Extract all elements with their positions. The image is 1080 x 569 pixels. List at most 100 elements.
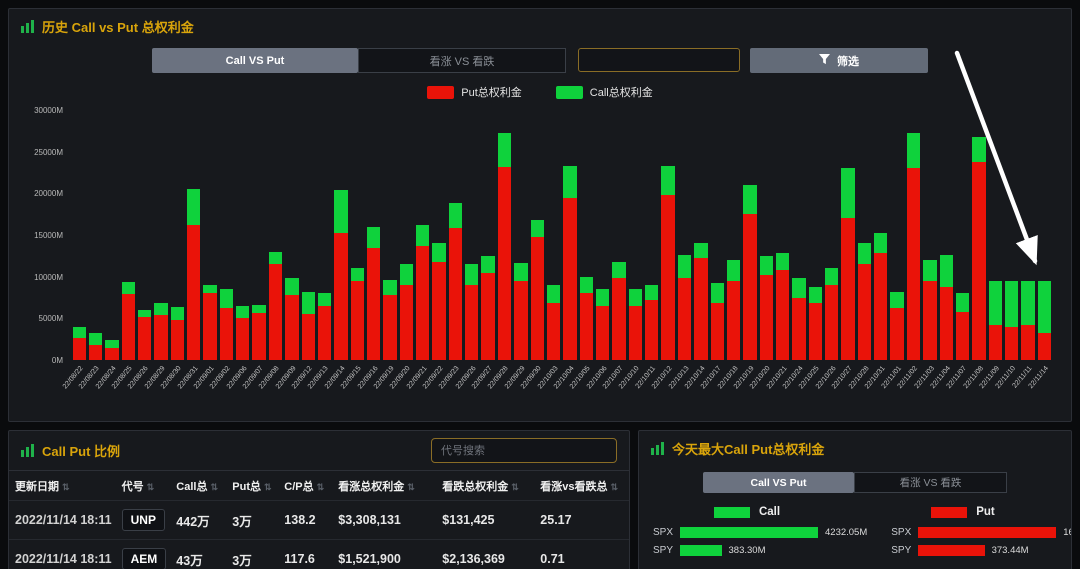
stacked-bar-22/08/31[interactable]	[186, 110, 202, 360]
call-segment	[317, 293, 332, 306]
col-call-vs-put[interactable]: 看涨vs看跌总 ⇅	[534, 471, 629, 501]
stacked-bar-22/10/27[interactable]	[840, 110, 856, 360]
stacked-bar-22/09/09[interactable]	[284, 110, 300, 360]
call-bar-row[interactable]: SPX 4232.05M	[647, 527, 867, 538]
today-panel-header: 今天最大Call Put总权利金	[639, 431, 1071, 464]
put-bar-row[interactable]: SPY 373.44M	[885, 545, 1071, 556]
table-row[interactable]: 2022/11/14 18:11 AEM 43万 3万 117.6 $1,521…	[9, 539, 629, 569]
stacked-bar-22/09/12[interactable]	[300, 110, 316, 360]
col-put-premium[interactable]: 看跌总权利金 ⇅	[436, 471, 534, 501]
stacked-bar-22/08/25[interactable]	[120, 110, 136, 360]
stacked-bar-22/09/14[interactable]	[333, 110, 349, 360]
col-call-total[interactable]: Call总 ⇅	[170, 471, 226, 501]
stacked-bar-22/09/30[interactable]	[529, 110, 545, 360]
stacked-bar-22/09/15[interactable]	[349, 110, 365, 360]
col-update-date[interactable]: 更新日期 ⇅	[9, 471, 116, 501]
stacked-bar-22/10/10[interactable]	[627, 110, 643, 360]
stacked-bar-22/09/13[interactable]	[316, 110, 332, 360]
stacked-bar-22/09/22[interactable]	[431, 110, 447, 360]
stacked-bar-22/10/04[interactable]	[562, 110, 578, 360]
put-segment	[596, 305, 610, 360]
legend-put[interactable]: Put总权利金	[427, 84, 522, 100]
stacked-bar-22/09/27[interactable]	[480, 110, 496, 360]
filter-button[interactable]: 筛选	[750, 48, 928, 73]
stacked-bar-22/08/30[interactable]	[169, 110, 185, 360]
stacked-bar-22/09/16[interactable]	[365, 110, 381, 360]
stacked-bar-22/09/07[interactable]	[251, 110, 267, 360]
today-toggle-call-vs-put[interactable]: Call VS Put	[703, 472, 854, 493]
stacked-bar-22/09/08[interactable]	[267, 110, 283, 360]
stacked-bar-22/10/24[interactable]	[791, 110, 807, 360]
call-segment	[1004, 280, 1019, 327]
stacked-bar-22/10/11[interactable]	[644, 110, 660, 360]
symbol-badge[interactable]: AEM	[121, 548, 167, 569]
col-call-premium[interactable]: 看涨总权利金 ⇅	[332, 471, 436, 501]
stacked-bar-22/11/07[interactable]	[954, 110, 970, 360]
sort-icon[interactable]: ⇅	[511, 482, 519, 492]
stacked-bar-22/10/14[interactable]	[693, 110, 709, 360]
sort-icon[interactable]: ⇅	[407, 482, 415, 492]
stacked-bar-22/10/06[interactable]	[595, 110, 611, 360]
stacked-bar-22/10/21[interactable]	[774, 110, 790, 360]
stacked-bar-22/10/26[interactable]	[824, 110, 840, 360]
symbol-search-input[interactable]	[431, 438, 617, 463]
call-bar-row[interactable]: SPY 383.30M	[647, 545, 867, 556]
stacked-bar-22/11/14[interactable]	[1036, 110, 1052, 360]
put-bar-row[interactable]: SPX 1616.83M	[885, 527, 1071, 538]
sort-icon[interactable]: ⇅	[147, 482, 155, 492]
stacked-bar-22/10/20[interactable]	[758, 110, 774, 360]
stacked-bar-22/10/19[interactable]	[742, 110, 758, 360]
call-segment	[677, 255, 692, 279]
col-symbol[interactable]: 代号 ⇅	[116, 471, 171, 501]
col-cp-total[interactable]: C/P总 ⇅	[278, 471, 332, 501]
stacked-bar-22/11/09[interactable]	[987, 110, 1003, 360]
stacked-bar-22/11/08[interactable]	[971, 110, 987, 360]
stacked-bar-22/10/03[interactable]	[545, 110, 561, 360]
stacked-bar-22/10/05[interactable]	[578, 110, 594, 360]
stacked-bar-22/08/26[interactable]	[136, 110, 152, 360]
stacked-bar-22/08/22[interactable]	[71, 110, 87, 360]
stacked-bar-22/09/02[interactable]	[218, 110, 234, 360]
stacked-bar-22/09/28[interactable]	[496, 110, 512, 360]
put-segment	[808, 303, 823, 360]
stacked-bar-22/09/20[interactable]	[398, 110, 414, 360]
stacked-bar-22/10/17[interactable]	[709, 110, 725, 360]
stacked-bar-22/10/31[interactable]	[873, 110, 889, 360]
stacked-bar-22/11/03[interactable]	[922, 110, 938, 360]
sort-icon[interactable]: ⇅	[317, 482, 325, 492]
col-put-total[interactable]: Put总 ⇅	[226, 471, 278, 501]
sort-icon[interactable]: ⇅	[264, 482, 272, 492]
stacked-bar-22/09/26[interactable]	[464, 110, 480, 360]
toggle-call-vs-put[interactable]: Call VS Put	[152, 48, 358, 73]
sort-icon[interactable]: ⇅	[611, 482, 619, 492]
stacked-bar-22/10/13[interactable]	[676, 110, 692, 360]
symbol-badge[interactable]: UNP	[121, 509, 165, 531]
stacked-bar-22/09/01[interactable]	[202, 110, 218, 360]
stacked-bar-22/11/11[interactable]	[1020, 110, 1036, 360]
stacked-bar-22/10/18[interactable]	[725, 110, 741, 360]
table-row[interactable]: 2022/11/14 18:11 UNP 442万 3万 138.2 $3,30…	[9, 500, 629, 540]
stacked-bar-22/11/01[interactable]	[889, 110, 905, 360]
sort-icon[interactable]: ⇅	[210, 482, 218, 492]
toggle-bull-vs-bear[interactable]: 看涨 VS 看跌	[358, 48, 566, 73]
stacked-bar-22/09/19[interactable]	[382, 110, 398, 360]
stacked-bar-22/10/28[interactable]	[856, 110, 872, 360]
stacked-bar-22/10/12[interactable]	[660, 110, 676, 360]
stacked-bar-22/11/02[interactable]	[905, 110, 921, 360]
stacked-bar-22/11/10[interactable]	[1003, 110, 1019, 360]
stacked-bar-22/08/29[interactable]	[153, 110, 169, 360]
stacked-bar-22/09/21[interactable]	[415, 110, 431, 360]
stacked-bar-22/09/29[interactable]	[513, 110, 529, 360]
stacked-bar-22/10/07[interactable]	[611, 110, 627, 360]
legend-call[interactable]: Call总权利金	[555, 84, 653, 100]
sort-icon[interactable]: ⇅	[62, 482, 70, 492]
chart-filter-input[interactable]	[578, 48, 740, 72]
stacked-bar-22/09/23[interactable]	[447, 110, 463, 360]
today-toggle-bull-vs-bear[interactable]: 看涨 VS 看跌	[854, 472, 1007, 493]
stacked-bar-22/09/06[interactable]	[235, 110, 251, 360]
stacked-bar-22/11/04[interactable]	[938, 110, 954, 360]
cell-put-total: 3万	[226, 500, 279, 540]
stacked-bar-22/08/24[interactable]	[104, 110, 120, 360]
stacked-bar-22/10/25[interactable]	[807, 110, 823, 360]
stacked-bar-22/08/23[interactable]	[87, 110, 103, 360]
